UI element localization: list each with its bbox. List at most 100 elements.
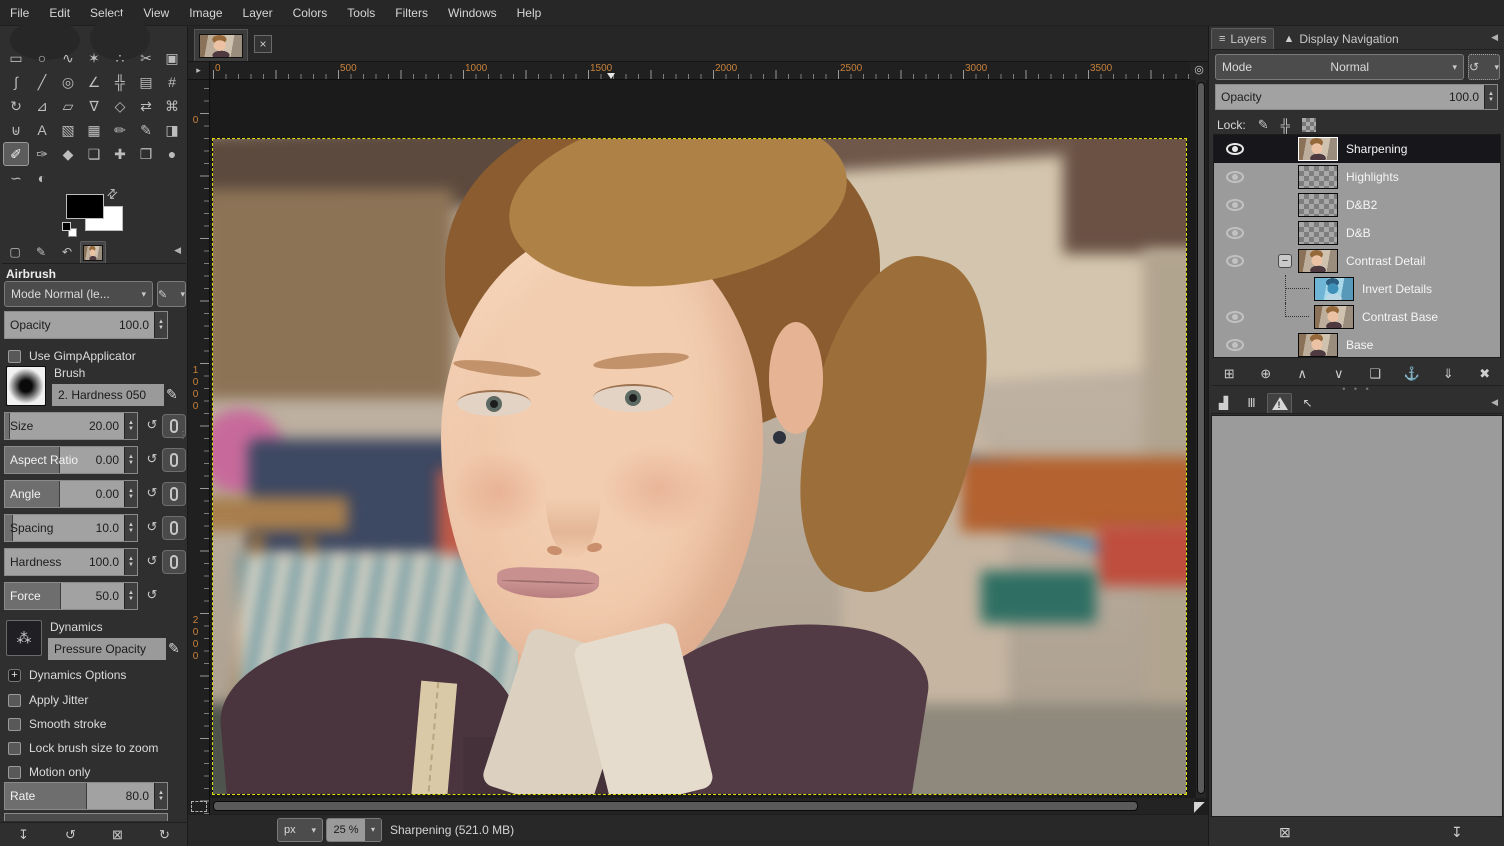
- option-apply-jitter[interactable]: Apply Jitter: [8, 692, 88, 708]
- horizontal-scrollbar-thumb[interactable]: [213, 801, 1138, 811]
- tool-ellipse-select[interactable]: ○: [29, 46, 55, 70]
- tool-airbrush[interactable]: ✐: [3, 142, 29, 166]
- lock-position-icon[interactable]: ╬: [1281, 118, 1290, 133]
- tool-clone[interactable]: ❏: [81, 142, 107, 166]
- tool-handle-transform[interactable]: ⌘: [159, 94, 185, 118]
- reset-angle-icon[interactable]: ↺: [144, 485, 160, 501]
- button-merge-layer[interactable]: ⇓: [1433, 366, 1463, 382]
- force-trough[interactable]: Force50.0: [5, 583, 124, 609]
- tool-dodge-burn[interactable]: ◐: [29, 166, 55, 190]
- spin-down-icon[interactable]: ▼: [128, 494, 134, 500]
- tool-eraser[interactable]: ◨: [159, 118, 185, 142]
- spin-down-icon[interactable]: ▼: [128, 562, 134, 568]
- menu-tools[interactable]: Tools: [337, 0, 385, 26]
- link-angle-button[interactable]: [162, 482, 186, 506]
- menu-help[interactable]: Help: [507, 0, 552, 26]
- aspect-ratio-trough[interactable]: Aspect Ratio0.00: [5, 447, 124, 473]
- close-image-icon[interactable]: ×: [254, 35, 272, 53]
- tool-paintbrush[interactable]: ✎: [133, 118, 159, 142]
- tool-scale[interactable]: ⊿: [29, 94, 55, 118]
- slider-spacing[interactable]: Spacing10.0▲▼: [4, 514, 138, 542]
- apply-jitter-checkbox[interactable]: [8, 694, 21, 707]
- spin-down-icon[interactable]: ▼: [128, 460, 134, 466]
- layer-row-contrast-detail[interactable]: −Contrast Detail: [1214, 247, 1500, 275]
- group-expander-icon[interactable]: −: [1278, 254, 1292, 268]
- tool-perspective-clone[interactable]: ❐: [133, 142, 159, 166]
- tool-rotate[interactable]: ↻: [3, 94, 29, 118]
- brush-name-value[interactable]: 2. Hardness 050: [52, 384, 164, 406]
- layer-row-contrast-base[interactable]: Contrast Base: [1214, 303, 1500, 331]
- visibility-eye-icon[interactable]: [1226, 143, 1244, 155]
- tool-measure[interactable]: ∠: [81, 70, 107, 94]
- button-save-tool-preset[interactable]: ↧: [9, 827, 39, 843]
- visibility-eye-icon[interactable]: [1226, 227, 1244, 239]
- canvas-image[interactable]: [213, 139, 1186, 794]
- dock-resize-grip[interactable]: ⋮: [178, 430, 188, 441]
- dynamics-options-expander[interactable]: + Dynamics Options: [8, 668, 126, 682]
- tab-display-navigation[interactable]: ▲Display Navigation: [1276, 28, 1405, 49]
- canvas-viewport[interactable]: [210, 80, 1196, 798]
- dock-tab-tool-options[interactable]: ▢: [2, 241, 28, 263]
- lock-alpha-icon[interactable]: [1302, 118, 1316, 132]
- dynamics-name-value[interactable]: Pressure Opacity: [48, 638, 166, 660]
- slider-tool-opacity[interactable]: Opacity100.0▲▼: [4, 311, 168, 339]
- zoom-follow-window-icon[interactable]: ◎: [1190, 62, 1208, 80]
- tool-color-picker[interactable]: ╱: [29, 70, 55, 94]
- quick-mask-toggle[interactable]: [191, 801, 207, 812]
- motion-only-checkbox[interactable]: [8, 766, 21, 779]
- use-gimpapplicator-option[interactable]: Use GimpApplicator: [8, 348, 136, 364]
- force-spinner[interactable]: ▲▼: [124, 583, 137, 609]
- tool-ink[interactable]: ✑: [29, 142, 55, 166]
- dock-tab-undo-history[interactable]: ↶: [54, 241, 80, 263]
- spacing-spinner[interactable]: ▲▼: [124, 515, 137, 541]
- dynamics-thumbnail[interactable]: ⁂: [6, 620, 42, 656]
- vertical-scrollbar-thumb[interactable]: [1197, 82, 1205, 794]
- button-delete-layer[interactable]: ✖: [1470, 366, 1500, 382]
- tab-layers[interactable]: ≡Layers: [1211, 28, 1274, 49]
- use-gimpapplicator-checkbox[interactable]: [8, 350, 21, 363]
- button-new-layer[interactable]: ⊞: [1214, 366, 1244, 382]
- tool-rectangle-select[interactable]: ▭: [3, 46, 29, 70]
- slider-layer-opacity[interactable]: Opacity100.0▲▼: [1215, 84, 1498, 110]
- tool-bucket-fill[interactable]: ⊎: [3, 118, 29, 142]
- default-colors-button[interactable]: [62, 222, 78, 238]
- button-anchor-layer[interactable]: ⚓: [1397, 366, 1427, 382]
- zoom-dropdown[interactable]: 25 % ▾: [326, 818, 382, 842]
- spin-down-icon[interactable]: ▼: [128, 528, 134, 534]
- option-motion-only[interactable]: Motion only: [8, 764, 90, 780]
- tool-perspective[interactable]: ∇: [81, 94, 107, 118]
- link-hardness-button[interactable]: [162, 550, 186, 574]
- tool-warp-transform[interactable]: ▦: [81, 118, 107, 142]
- rate-trough[interactable]: Rate80.0: [5, 783, 154, 809]
- tab-sample-points[interactable]: Ⅲ: [1239, 393, 1264, 413]
- tool-mypaint-brush[interactable]: ◆: [55, 142, 81, 166]
- size-trough[interactable]: Size20.00: [5, 413, 124, 439]
- slider-force[interactable]: Force50.0▲▼: [4, 582, 138, 610]
- tool-foreground-select[interactable]: ▣: [159, 46, 185, 70]
- angle-trough[interactable]: Angle0.00: [5, 481, 124, 507]
- button-clear-errors[interactable]: ⊠: [1279, 824, 1291, 841]
- dock-tab-image-thumbnail[interactable]: [80, 241, 106, 263]
- foreground-color-swatch[interactable]: [66, 194, 104, 219]
- layer-row-sharpening[interactable]: Sharpening: [1214, 135, 1500, 163]
- tab-histogram[interactable]: ▟: [1211, 393, 1236, 413]
- button-lower-layer[interactable]: ∨: [1324, 366, 1354, 382]
- hardness-spinner[interactable]: ▲▼: [124, 549, 137, 575]
- collapse-dock-icon[interactable]: ◀: [174, 245, 181, 256]
- tool-fuzzy-select[interactable]: ✶: [81, 46, 107, 70]
- paint-mode-menu-button[interactable]: ✎ ▾: [157, 281, 186, 307]
- button-new-group[interactable]: ⊕: [1251, 366, 1281, 382]
- tool-pencil[interactable]: ✏: [107, 118, 133, 142]
- button-reset-tool-options[interactable]: ↻: [150, 827, 180, 843]
- vertical-ruler[interactable]: 010002000: [188, 80, 210, 824]
- reset-size-icon[interactable]: ↺: [144, 417, 160, 433]
- tool-opacity-trough[interactable]: Opacity100.0: [5, 312, 154, 338]
- menu-filters[interactable]: Filters: [385, 0, 438, 26]
- paint-mode-dropdown[interactable]: Mode Normal (le... ▾: [4, 281, 153, 307]
- menu-windows[interactable]: Windows: [438, 0, 507, 26]
- layer-mode-dropdown[interactable]: Mode Normal ▾: [1215, 54, 1464, 80]
- button-duplicate-layer[interactable]: ❏: [1360, 366, 1390, 382]
- tool-flip[interactable]: ⇄: [133, 94, 159, 118]
- horizontal-ruler[interactable]: 0500100015002000250030003500: [210, 62, 1208, 80]
- unit-dropdown[interactable]: px ▾: [277, 818, 323, 842]
